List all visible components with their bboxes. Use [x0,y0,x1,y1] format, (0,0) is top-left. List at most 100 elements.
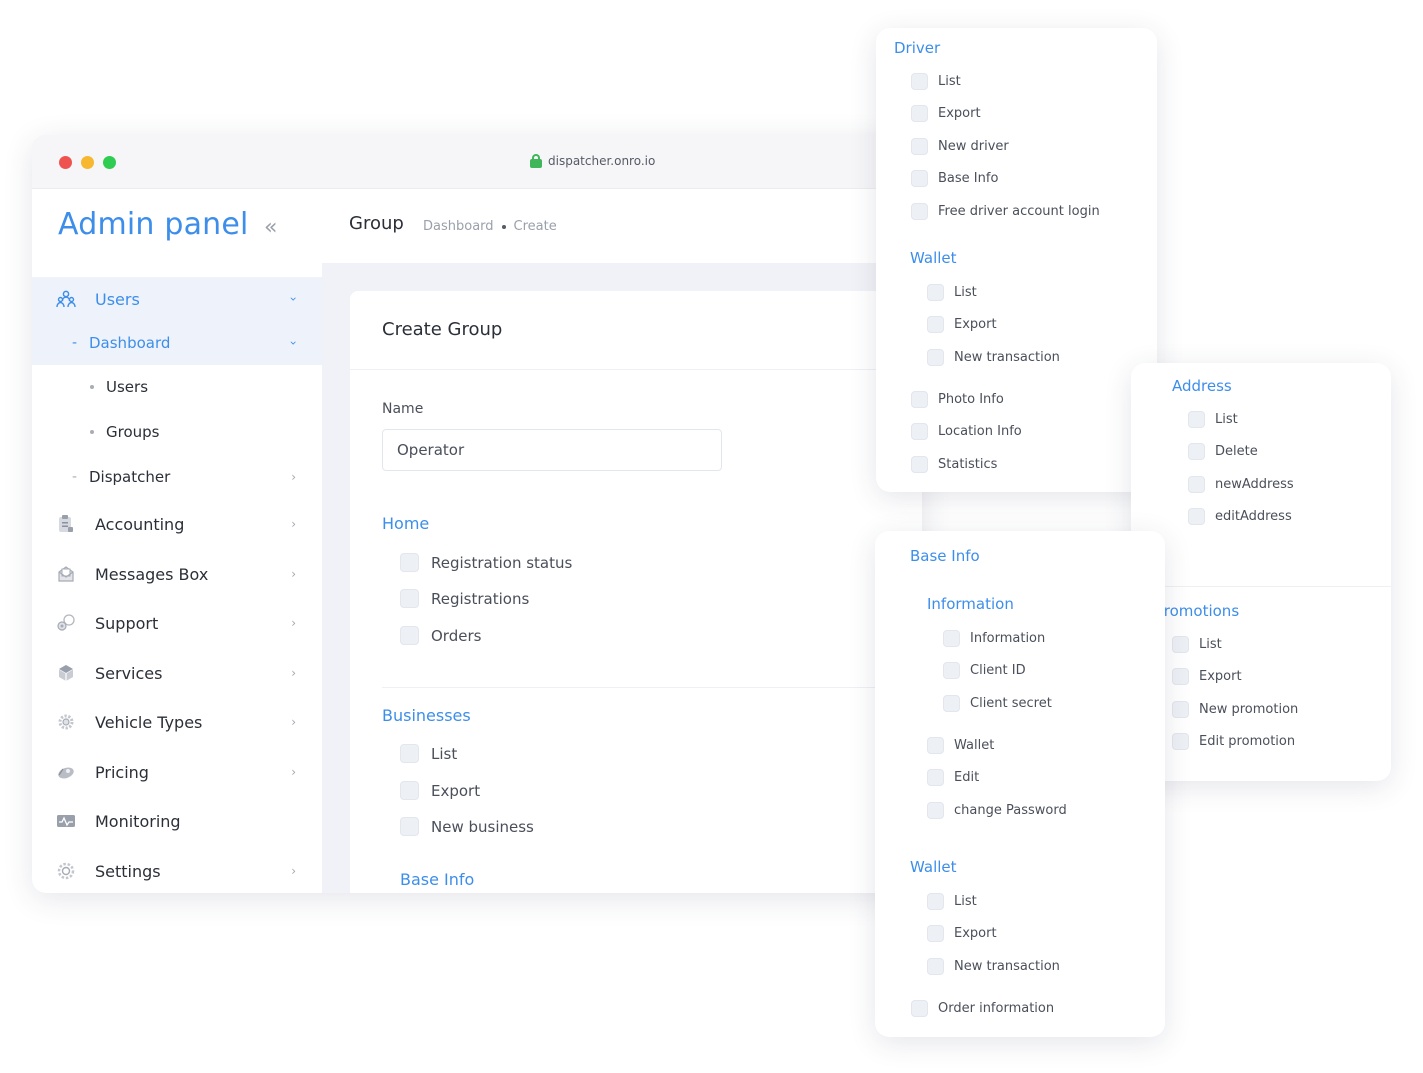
checkbox-row[interactable]: Delete [1188,443,1258,460]
checkbox[interactable] [911,138,928,155]
sidebar-subitem-label: Dashboard [89,334,171,352]
checkbox-row[interactable]: Client ID [943,662,1026,679]
sidebar-subsubitem-users[interactable]: Users [32,365,322,409]
collapse-sidebar-icon[interactable]: « [264,215,278,240]
checkbox[interactable] [911,170,928,187]
checkbox[interactable] [1172,636,1189,653]
checkbox-row[interactable]: Photo Info [911,391,1004,408]
checkbox[interactable] [911,423,928,440]
checkbox-row[interactable]: Free driver account login [911,203,1100,220]
address-bar[interactable]: dispatcher.onro.io [530,154,655,168]
sidebar-item-settings[interactable]: Settings › [32,849,322,893]
checkbox-label: Orders [431,626,482,645]
checkbox[interactable] [911,73,928,90]
checkbox[interactable] [1188,443,1205,460]
checkbox[interactable] [400,626,419,645]
checkbox[interactable] [911,456,928,473]
checkbox-row[interactable]: Orders [400,626,481,645]
checkbox-row[interactable]: Registration status [400,553,572,572]
checkbox[interactable] [943,630,960,647]
sidebar-item-vehicle-types[interactable]: Vehicle Types › [32,700,322,744]
checkbox[interactable] [927,769,944,786]
checkbox[interactable] [943,695,960,712]
sidebar-item-users[interactable]: Users › [32,277,322,321]
checkbox-row[interactable]: List [400,744,457,763]
checkbox-row[interactable]: Base Info [911,170,998,187]
panel-driver: Driver List Export New driver Base Info … [876,28,1157,492]
checkbox-row[interactable]: New business [400,817,534,836]
checkbox[interactable] [927,893,944,910]
minimize-window-button[interactable] [81,156,94,169]
sidebar-item-pricing[interactable]: Pricing › [32,750,322,794]
checkbox-row[interactable]: Information [943,630,1045,647]
close-window-button[interactable] [59,156,72,169]
checkbox-row[interactable]: newAddress [1188,476,1294,493]
pricing-icon [56,762,76,782]
checkbox-row[interactable]: New transaction [927,958,1060,975]
checkbox[interactable] [927,737,944,754]
checkbox-row[interactable]: List [1188,411,1238,428]
sidebar-item-services[interactable]: Services › [32,651,322,695]
checkbox[interactable] [1188,476,1205,493]
checkbox-row[interactable]: New driver [911,138,1009,155]
checkbox[interactable] [911,1000,928,1017]
checkbox-row[interactable]: List [927,893,977,910]
checkbox[interactable] [911,391,928,408]
checkbox[interactable] [1188,508,1205,525]
checkbox-row[interactable]: List [1172,636,1222,653]
breadcrumb: Dashboard Create [423,219,557,234]
checkbox-row[interactable]: New promotion [1172,701,1298,718]
checkbox-row[interactable]: Registrations [400,589,529,608]
checkbox[interactable] [400,589,419,608]
checkbox[interactable] [1172,701,1189,718]
checkbox-label: New transaction [954,350,1060,365]
checkbox-row[interactable]: Export [927,316,997,333]
checkbox[interactable] [927,284,944,301]
checkbox-row[interactable]: New transaction [927,349,1060,366]
checkbox[interactable] [400,553,419,572]
checkbox-row[interactable]: Export [400,781,480,800]
checkbox-row[interactable]: List [927,284,977,301]
checkbox[interactable] [1172,733,1189,750]
checkbox-row[interactable]: change Password [927,802,1067,819]
checkbox[interactable] [927,316,944,333]
checkbox[interactable] [400,781,419,800]
checkbox-row[interactable]: List [911,73,961,90]
checkbox-row[interactable]: Export [927,925,997,942]
sidebar-item-label: Services [95,663,163,683]
checkbox[interactable] [927,349,944,366]
checkbox[interactable] [400,817,419,836]
checkbox[interactable] [1188,411,1205,428]
checkbox[interactable] [400,744,419,763]
checkbox[interactable] [927,925,944,942]
sidebar-subitem-dispatcher[interactable]: - Dispatcher › [32,455,322,499]
checkbox-row[interactable]: Order information [911,1000,1054,1017]
panel-driver-wallet-title: Wallet [910,249,957,267]
sidebar-item-accounting[interactable]: Accounting › [32,502,322,546]
checkbox-row[interactable]: Statistics [911,456,997,473]
sidebar-subitem-dashboard[interactable]: - Dashboard › [32,321,322,365]
sidebar-item-label: Monitoring [95,811,181,831]
sidebar-subsubitem-groups[interactable]: Groups [32,410,322,454]
checkbox-row[interactable]: Edit [927,769,979,786]
checkbox-row[interactable]: Client secret [943,695,1052,712]
checkbox-label: List [954,285,977,300]
checkbox-row[interactable]: editAddress [1188,508,1292,525]
checkbox[interactable] [1172,668,1189,685]
checkbox[interactable] [943,662,960,679]
checkbox[interactable] [927,958,944,975]
sidebar-item-messages-box[interactable]: Messages Box › [32,552,322,596]
checkbox-row[interactable]: Export [911,105,981,122]
checkbox[interactable] [927,802,944,819]
checkbox-row[interactable]: Edit promotion [1172,733,1295,750]
maximize-window-button[interactable] [103,156,116,169]
checkbox[interactable] [911,203,928,220]
sidebar-item-support[interactable]: Support › [32,601,322,645]
checkbox-row[interactable]: Wallet [927,737,994,754]
checkbox[interactable] [911,105,928,122]
checkbox-row[interactable]: Location Info [911,423,1022,440]
breadcrumb-dashboard[interactable]: Dashboard [423,219,494,234]
name-input[interactable] [382,429,722,471]
checkbox-row[interactable]: Export [1172,668,1242,685]
sidebar-item-monitoring[interactable]: Monitoring [32,799,322,843]
